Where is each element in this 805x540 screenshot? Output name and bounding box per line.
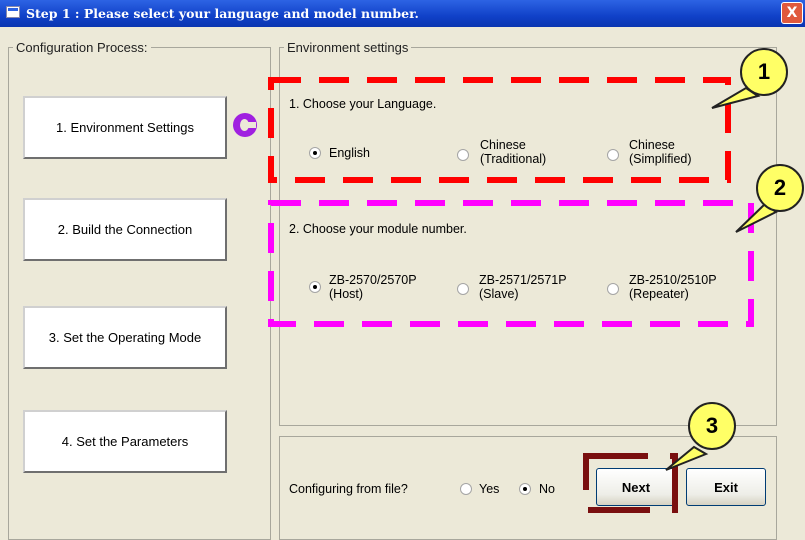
language-chinese-traditional-label[interactable]: Chinese (Traditional) xyxy=(480,138,546,166)
language-english-radio[interactable] xyxy=(309,147,321,159)
language-chinese-simplified-radio[interactable] xyxy=(607,149,619,161)
module-slave-label[interactable]: ZB-2571/2571P (Slave) xyxy=(479,273,567,301)
language-prompt: 1. Choose your Language. xyxy=(289,97,437,111)
module-repeater-radio[interactable] xyxy=(607,283,619,295)
module-prompt: 2. Choose your module number. xyxy=(289,222,467,236)
step-build-connection[interactable]: 2. Build the Connection xyxy=(23,198,227,261)
step-operating-mode[interactable]: 3. Set the Operating Mode xyxy=(23,306,227,369)
config-file-yes-label[interactable]: Yes xyxy=(479,482,499,496)
title-bar: Step 1 : Please select your language and… xyxy=(0,0,805,27)
config-file-yes-radio[interactable] xyxy=(460,483,472,495)
arrow-icon xyxy=(233,113,257,137)
module-repeater-label[interactable]: ZB-2510/2510P (Repeater) xyxy=(629,273,717,301)
language-chinese-simplified-label[interactable]: Chinese (Simplified) xyxy=(629,138,692,166)
language-chinese-traditional-radio[interactable] xyxy=(457,149,469,161)
config-file-no-radio[interactable] xyxy=(519,483,531,495)
module-host-label[interactable]: ZB-2570/2570P (Host) xyxy=(329,273,417,301)
config-file-no-label[interactable]: No xyxy=(539,482,555,496)
step-environment-settings[interactable]: 1. Environment Settings xyxy=(23,96,227,159)
close-button[interactable]: X xyxy=(781,2,803,24)
module-slave-radio[interactable] xyxy=(457,283,469,295)
callout-1: 1 xyxy=(740,48,788,96)
callout-3: 3 xyxy=(688,402,736,450)
configuration-process-legend: Configuration Process: xyxy=(16,40,148,55)
window-title: Step 1 : Please select your language and… xyxy=(26,6,419,21)
module-host-radio[interactable] xyxy=(309,281,321,293)
step-set-parameters[interactable]: 4. Set the Parameters xyxy=(23,410,227,473)
callout-2: 2 xyxy=(756,164,804,212)
window-icon xyxy=(6,6,20,18)
language-english-label[interactable]: English xyxy=(329,146,370,160)
config-file-question: Configuring from file? xyxy=(289,482,408,496)
exit-button[interactable]: Exit xyxy=(686,468,766,506)
next-button[interactable]: Next xyxy=(596,468,676,506)
environment-settings-legend: Environment settings xyxy=(287,40,409,55)
